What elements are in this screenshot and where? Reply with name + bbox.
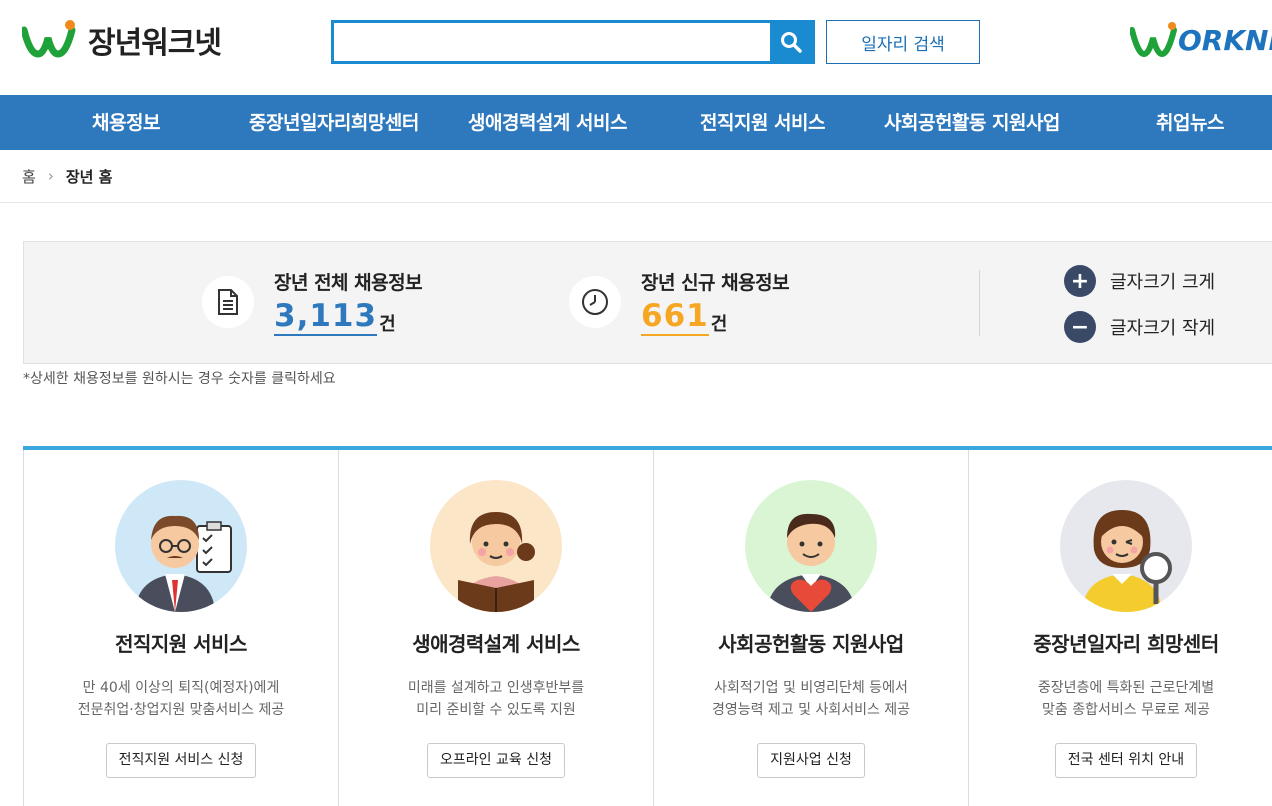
stat-new-value[interactable]: 661	[641, 301, 709, 336]
stats-note: *상세한 채용정보를 원하시는 경우 숫자를 클릭하세요	[23, 371, 336, 387]
avatar-man-clipboard-icon	[115, 480, 247, 612]
card-desc: 중장년층에 특화된 근로단계별 맞춤 종합서비스 무료로 제공	[969, 677, 1272, 721]
avatar-woman-magnifier-icon	[1060, 480, 1192, 612]
card-desc-line1: 미래를 설계하고 인생후반부를	[407, 680, 585, 696]
card-desc: 미래를 설계하고 인생후반부를 미리 준비할 수 있도록 지원	[339, 677, 653, 721]
worknet-logo-text: ORKNE	[1178, 23, 1272, 57]
site-logo[interactable]: 장년워크넷	[22, 18, 222, 62]
stats-panel: 장년 전체 채용정보 3,113 건 장년 신규 채용정보 661 건 + 글자…	[23, 241, 1272, 364]
worknet-w-icon	[1130, 22, 1177, 58]
transition-apply-button[interactable]: 전직지원 서비스 신청	[105, 743, 257, 778]
service-cards: 전직지원 서비스 만 40세 이상의 퇴직(예정자)에게 전문취업·창업지원 맞…	[23, 446, 1272, 806]
search-button[interactable]	[770, 23, 812, 61]
card-desc-line1: 사회적기업 및 비영리단체 등에서	[714, 680, 908, 696]
minus-icon: −	[1064, 311, 1096, 343]
card-social: 사회공헌활동 지원사업 사회적기업 및 비영리단체 등에서 경영능력 제고 및 …	[653, 450, 968, 806]
nav-item-transition[interactable]: 전직지원 서비스	[700, 108, 825, 135]
search-box	[331, 20, 815, 64]
card-desc: 사회적기업 및 비영리단체 등에서 경영능력 제고 및 사회서비스 제공	[654, 677, 968, 721]
card-desc: 만 40세 이상의 퇴직(예정자)에게 전문취업·창업지원 맞춤서비스 제공	[24, 677, 338, 721]
stat-total: 장년 전체 채용정보 3,113 건	[202, 268, 423, 336]
chevron-right-icon: ›	[47, 167, 54, 185]
breadcrumb-home[interactable]: 홈	[22, 166, 36, 187]
offline-education-button[interactable]: 오프라인 교육 신청	[427, 743, 565, 778]
stat-new-unit: 건	[710, 314, 728, 335]
breadcrumb-current: 장년 홈	[65, 167, 113, 186]
worknet-logo[interactable]: ORKNE	[1130, 22, 1272, 58]
font-smaller-button[interactable]: − 글자크기 작게	[1064, 311, 1215, 343]
card-desc-line2: 경영능력 제고 및 사회서비스 제공	[711, 702, 911, 718]
social-apply-button[interactable]: 지원사업 신청	[757, 743, 865, 778]
header: 장년워크넷 일자리 검색 ORKNE	[0, 0, 1272, 95]
card-title: 사회공헌활동 지원사업	[718, 632, 904, 656]
stat-new: 장년 신규 채용정보 661 건	[569, 268, 790, 336]
center-location-button[interactable]: 전국 센터 위치 안내	[1054, 743, 1198, 778]
nav-item-career-design[interactable]: 생애경력설계 서비스	[468, 108, 627, 135]
font-bigger-button[interactable]: + 글자크기 크게	[1064, 265, 1215, 297]
nav-item-news[interactable]: 취업뉴스	[1156, 108, 1224, 135]
search-icon	[781, 32, 802, 53]
stat-total-value[interactable]: 3,113	[274, 301, 378, 336]
card-title: 중장년일자리 희망센터	[1033, 632, 1219, 656]
avatar-woman-book-icon	[430, 480, 562, 612]
breadcrumb: 홈 › 장년 홈	[0, 150, 1272, 203]
plus-icon: +	[1064, 265, 1096, 297]
card-hope-center: 중장년일자리 희망센터 중장년층에 특화된 근로단계별 맞춤 종합서비스 무료로…	[968, 450, 1272, 806]
card-title: 생애경력설계 서비스	[412, 632, 580, 656]
card-desc-line2: 전문취업·창업지원 맞춤서비스 제공	[77, 702, 285, 718]
card-desc-line2: 맞춤 종합서비스 무료로 제공	[1042, 702, 1210, 718]
logo-text: 장년워크넷	[88, 26, 222, 61]
stat-total-label: 장년 전체 채용정보	[274, 272, 423, 294]
main-nav: 채용정보 중장년일자리희망센터 생애경력설계 서비스 전직지원 서비스 사회공헌…	[0, 95, 1272, 150]
stats-divider	[979, 270, 980, 336]
nav-item-social[interactable]: 사회공헌활동 지원사업	[884, 108, 1060, 135]
search-input[interactable]	[334, 23, 770, 61]
font-bigger-label: 글자크기 크게	[1110, 272, 1216, 293]
card-transition: 전직지원 서비스 만 40세 이상의 퇴직(예정자)에게 전문취업·창업지원 맞…	[23, 450, 338, 806]
nav-item-jobs[interactable]: 채용정보	[92, 108, 160, 135]
stat-new-label: 장년 신규 채용정보	[641, 272, 790, 294]
card-desc-line1: 중장년층에 특화된 근로단계별	[1037, 680, 1215, 696]
stat-total-unit: 건	[379, 314, 396, 335]
logo-mark-icon	[22, 20, 76, 58]
nav-item-hope-center[interactable]: 중장년일자리희망센터	[249, 108, 419, 135]
card-desc-line1: 만 40세 이상의 퇴직(예정자)에게	[82, 680, 280, 696]
font-smaller-label: 글자크기 작게	[1110, 318, 1216, 339]
document-icon	[202, 276, 254, 328]
card-career-design: 생애경력설계 서비스 미래를 설계하고 인생후반부를 미리 준비할 수 있도록 …	[338, 450, 653, 806]
clock-icon	[569, 276, 621, 328]
card-desc-line2: 미리 준비할 수 있도록 지원	[416, 702, 576, 718]
job-search-button[interactable]: 일자리 검색	[826, 20, 980, 64]
avatar-man-heart-icon	[745, 480, 877, 612]
card-title: 전직지원 서비스	[115, 632, 247, 656]
